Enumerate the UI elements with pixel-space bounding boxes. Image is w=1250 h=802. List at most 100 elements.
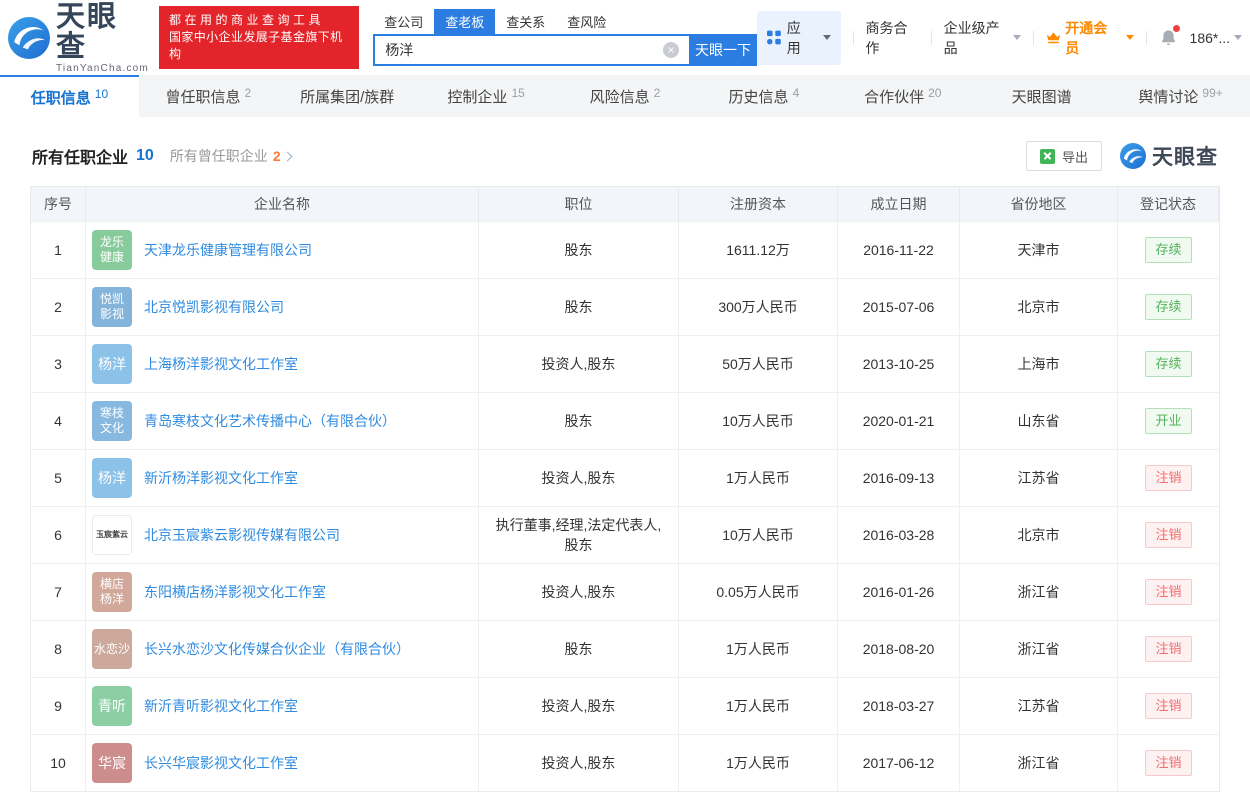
- company-logo-text: 寒枝: [99, 406, 124, 420]
- cell-region: 天津市: [960, 222, 1118, 278]
- search-tab-company[interactable]: 查公司: [373, 9, 434, 34]
- cell-company: 杨洋 新沂杨洋影视文化工作室: [86, 450, 479, 506]
- company-logo: 龙乐 健康: [92, 230, 132, 270]
- cell-status: 存续: [1118, 336, 1219, 392]
- cell-position: 投资人,股东: [479, 678, 679, 734]
- cell-index: 3: [31, 336, 86, 392]
- table-row: 6 玉宸紫云 北京玉宸紫云影视传媒有限公司 执行董事,经理,法定代表人,股东 10万人民…: [31, 506, 1219, 563]
- account-phone: 186*...: [1189, 29, 1231, 46]
- cell-position: 投资人,股东: [479, 450, 679, 506]
- status-badge: 注销: [1145, 465, 1192, 491]
- company-logo-text: 悦凯: [99, 292, 124, 306]
- cell-company: 华宸 长兴华宸影视文化工作室: [86, 735, 479, 791]
- company-link[interactable]: 新沂杨洋影视文化工作室: [144, 468, 298, 488]
- cell-region: 江苏省: [960, 678, 1118, 734]
- company-link[interactable]: 新沂青听影视文化工作室: [144, 696, 298, 716]
- past-positions-link[interactable]: 所有曾任职企业 2: [170, 146, 293, 166]
- company-logo-text: 文化: [99, 421, 124, 435]
- chevron-down-icon: [1234, 35, 1243, 40]
- column-header: 企业名称: [86, 187, 479, 221]
- section-header-right: 导出 天眼查: [1025, 141, 1218, 171]
- company-logo: 横店 杨洋: [92, 572, 132, 612]
- watermark-text: 天眼查: [1152, 146, 1218, 169]
- search-button[interactable]: 天眼一下: [688, 34, 757, 66]
- enterprise-product-link[interactable]: 企业级产品: [944, 18, 1022, 58]
- tab-controlled-companies[interactable]: 控制企业 15: [417, 75, 556, 117]
- tab-risk-info[interactable]: 风险信息 2: [556, 75, 695, 117]
- column-header: 注册资本: [679, 187, 838, 221]
- search-tab-relation[interactable]: 查关系: [495, 9, 556, 34]
- export-button[interactable]: 导出: [1025, 141, 1102, 171]
- status-badge: 注销: [1145, 636, 1192, 662]
- cell-company: 青听 新沂青听影视文化工作室: [86, 678, 479, 734]
- company-link[interactable]: 天津龙乐健康管理有限公司: [144, 240, 312, 260]
- cell-date: 2016-09-13: [838, 450, 960, 506]
- business-cooperation-link[interactable]: 商务合作: [866, 18, 919, 58]
- company-link[interactable]: 长兴水恋沙文化传媒合伙企业（有限合伙）: [144, 639, 410, 659]
- status-badge: 注销: [1145, 579, 1192, 605]
- vip-link[interactable]: 开通会员: [1046, 18, 1134, 58]
- logo-text: 天眼查 TianYanCha.com: [56, 2, 149, 74]
- cell-capital: 300万人民币: [679, 279, 838, 335]
- clear-icon[interactable]: [662, 42, 679, 58]
- company-link[interactable]: 青岛寒枝文化艺术传播中心（有限合伙）: [144, 411, 396, 431]
- cell-status: 注销: [1118, 564, 1219, 620]
- logo-subtitle: TianYanCha.com: [55, 62, 149, 74]
- promo-banner-line2: 国家中小企业发展子基金旗下机构: [168, 30, 343, 61]
- cell-index: 8: [31, 621, 86, 677]
- tab-group[interactable]: 所属集团/族群: [278, 75, 417, 117]
- tab-positions[interactable]: 任职信息 10: [0, 75, 139, 117]
- section-title-count: 10: [136, 147, 154, 164]
- chevron-right-icon: [282, 151, 293, 161]
- cell-status: 注销: [1118, 735, 1219, 791]
- promo-banner-line1: 都在用的商业查询工具: [168, 13, 324, 27]
- excel-icon: [1039, 148, 1055, 164]
- divider: [1033, 30, 1035, 45]
- tianyancha-logo[interactable]: 天眼查 TianYanCha.com: [8, 2, 149, 74]
- tab-public-opinion[interactable]: 舆情讨论 99+: [1111, 75, 1250, 117]
- tab-graph[interactable]: 天眼图谱: [972, 75, 1111, 117]
- account-menu[interactable]: 186*...: [1189, 29, 1243, 46]
- company-link[interactable]: 北京悦凯影视有限公司: [144, 297, 284, 317]
- search-tab-risk[interactable]: 查风险: [556, 9, 617, 34]
- table-row: 2 悦凯 影视 北京悦凯影视有限公司 股东 300万人民币 2015-07-06 北京市 存续: [31, 278, 1219, 335]
- cell-date: 2018-08-20: [838, 621, 960, 677]
- search-tab-boss[interactable]: 查老板: [434, 9, 496, 34]
- company-logo-text: 健康: [99, 250, 124, 264]
- tab-public-opinion-count: 99+: [1202, 85, 1223, 100]
- cell-date: 2016-11-22: [838, 222, 960, 278]
- company-link[interactable]: 北京玉宸紫云影视传媒有限公司: [144, 525, 340, 545]
- cell-status: 开业: [1118, 393, 1219, 449]
- company-logo: 玉宸紫云: [92, 515, 132, 555]
- column-header: 序号: [31, 187, 86, 221]
- company-logo-text: 横店: [99, 577, 124, 591]
- page: 天眼查 TianYanCha.com 都在用的商业查询工具 国家中小企业发展子基…: [0, 0, 1250, 802]
- watermark-logo-icon: [1120, 143, 1146, 169]
- search-input[interactable]: [373, 34, 689, 66]
- notification-dot: [1172, 25, 1180, 32]
- tab-history-info[interactable]: 历史信息 4: [694, 75, 833, 117]
- tab-past-positions[interactable]: 曾任职信息 2: [139, 75, 278, 117]
- column-header: 省份地区: [960, 187, 1118, 221]
- cell-region: 北京市: [960, 507, 1118, 563]
- cell-capital: 0.05万人民币: [679, 564, 838, 620]
- cell-date: 2016-03-28: [838, 507, 960, 563]
- table-row: 3 杨洋 上海杨洋影视文化工作室 投资人,股东 50万人民币 2013-10-25 上海市 存…: [31, 335, 1219, 392]
- company-link[interactable]: 东阳横店杨洋影视文化工作室: [144, 582, 326, 602]
- table-row: 10 华宸 长兴华宸影视文化工作室 投资人,股东 1万人民币 2017-06-12 浙江省 注…: [31, 734, 1219, 791]
- tab-public-opinion-label: 舆情讨论: [1138, 88, 1199, 106]
- status-badge: 注销: [1145, 693, 1192, 719]
- cell-capital: 1万人民币: [679, 621, 838, 677]
- company-link[interactable]: 上海杨洋影视文化工作室: [144, 354, 298, 374]
- cell-region: 浙江省: [960, 735, 1118, 791]
- table-row: 9 青听 新沂青听影视文化工作室 投资人,股东 1万人民币 2018-03-27 江苏省 注销: [31, 677, 1219, 734]
- cell-status: 存续: [1118, 279, 1219, 335]
- tab-partners[interactable]: 合作伙伴 20: [833, 75, 972, 117]
- profile-tabs: 任职信息 10 曾任职信息 2 所属集团/族群 控制企业 15 风险信息 2 历史信息 4 合作伙伴 2…: [0, 75, 1250, 117]
- company-link[interactable]: 长兴华宸影视文化工作室: [144, 753, 298, 773]
- notification-bell[interactable]: [1159, 25, 1180, 47]
- cell-index: 4: [31, 393, 86, 449]
- cell-index: 10: [31, 735, 86, 791]
- cell-date: 2017-06-12: [838, 735, 960, 791]
- apps-menu[interactable]: 应用: [756, 10, 841, 65]
